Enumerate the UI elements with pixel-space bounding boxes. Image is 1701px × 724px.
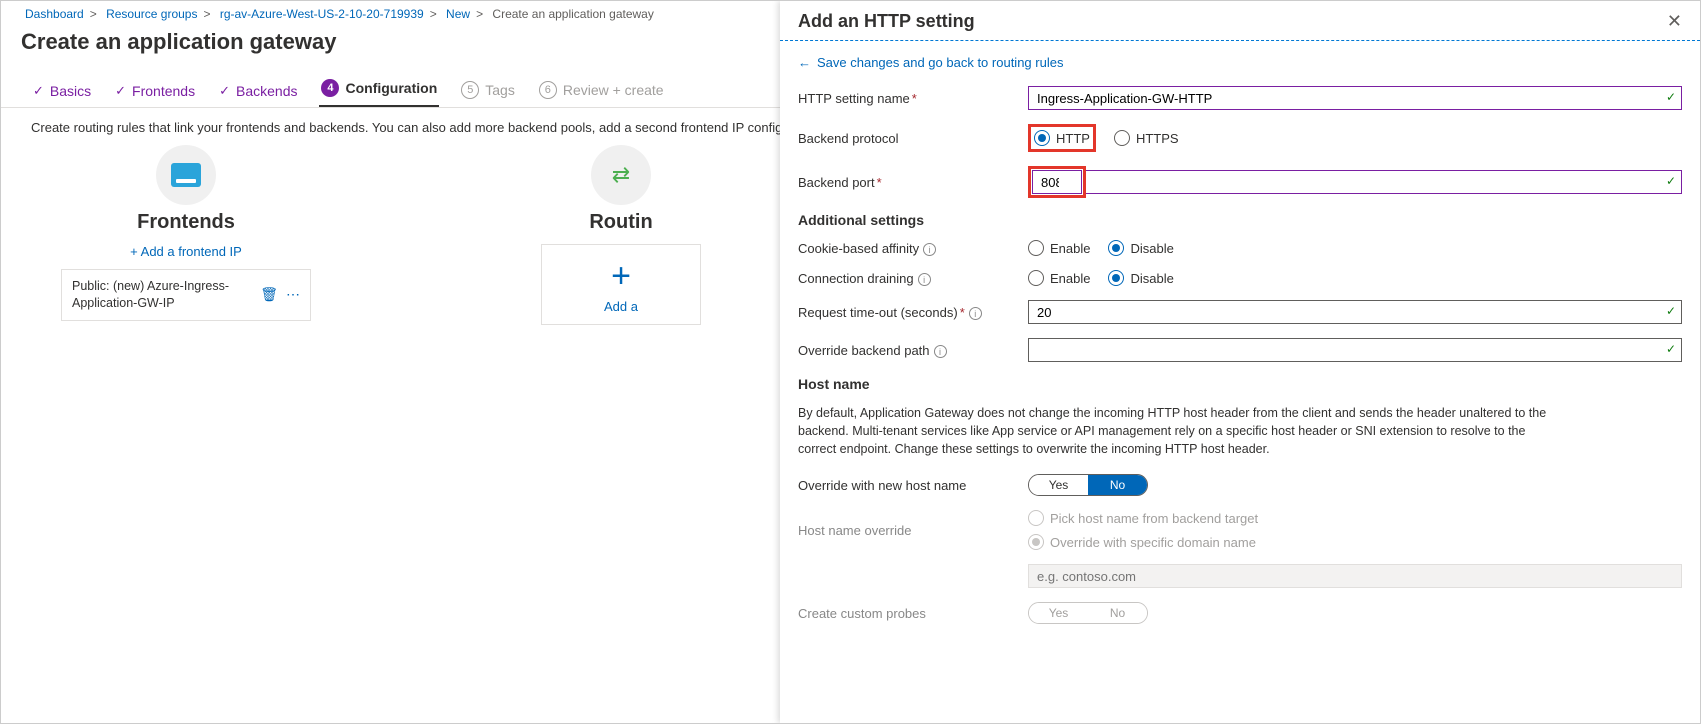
- info-icon[interactable]: i: [918, 273, 931, 286]
- highlight-box: HTTP: [1028, 124, 1096, 152]
- drain-disable-radio[interactable]: Disable: [1108, 270, 1173, 286]
- routing-title: Routin: [589, 211, 652, 234]
- custom-probes-toggle: Yes No: [1028, 602, 1148, 624]
- label-cookie-affinity: Cookie-based affinityi: [798, 241, 1028, 256]
- override-hostname-toggle[interactable]: Yes No: [1028, 474, 1148, 496]
- valid-icon: ✓: [1666, 174, 1676, 188]
- check-icon: ✓: [219, 83, 230, 99]
- label-custom-probes: Create custom probes: [798, 606, 1028, 621]
- add-frontend-ip-link[interactable]: + Add a frontend IP: [130, 244, 242, 259]
- blade-title: Add an HTTP setting: [798, 11, 975, 32]
- info-icon[interactable]: i: [923, 243, 936, 256]
- drain-enable-radio[interactable]: Enable: [1028, 270, 1090, 286]
- breadcrumb-link[interactable]: rg-av-Azure-West-US-2-10-20-719939: [220, 7, 424, 21]
- backend-port-input[interactable]: [1032, 170, 1082, 194]
- frontends-title: Frontends: [137, 211, 235, 234]
- host-name-description: By default, Application Gateway does not…: [798, 404, 1558, 458]
- breadcrumb-current: Create an application gateway: [492, 7, 653, 21]
- tab-basics[interactable]: ✓Basics: [31, 77, 93, 107]
- frontend-ip-card[interactable]: Public: (new) Azure-Ingress-Application-…: [61, 269, 311, 321]
- label-request-timeout: Request time-out (seconds)*i: [798, 305, 1028, 320]
- add-routing-rule-link: Add a: [604, 299, 638, 314]
- highlight-box: [1028, 166, 1086, 198]
- frontends-icon: [156, 145, 216, 205]
- frontend-ip-label: Public: (new) Azure-Ingress-Application-…: [72, 278, 260, 312]
- close-icon[interactable]: ✕: [1667, 11, 1682, 32]
- frontends-column: Frontends + Add a frontend IP Public: (n…: [61, 145, 311, 325]
- info-icon[interactable]: i: [969, 307, 982, 320]
- protocol-http-radio[interactable]: HTTP: [1034, 130, 1090, 146]
- tab-frontends[interactable]: ✓Frontends: [113, 77, 197, 107]
- back-to-routing-link[interactable]: ← Save changes and go back to routing ru…: [780, 55, 1700, 86]
- http-setting-name-input[interactable]: [1028, 86, 1682, 110]
- valid-icon: ✓: [1666, 304, 1676, 318]
- valid-icon: ✓: [1666, 90, 1676, 104]
- cookie-enable-radio[interactable]: Enable: [1028, 240, 1090, 256]
- label-backend-protocol: Backend protocol: [798, 131, 1028, 146]
- plus-icon: +: [611, 259, 631, 293]
- http-setting-blade: Add an HTTP setting ✕ ← Save changes and…: [780, 1, 1700, 723]
- add-routing-rule-card[interactable]: + Add a: [541, 244, 701, 325]
- breadcrumb-link[interactable]: New: [446, 7, 470, 21]
- more-icon[interactable]: ⋯: [286, 286, 300, 303]
- step-number-icon: 6: [539, 81, 557, 99]
- routing-column: ⇄ Routin + Add a: [541, 145, 701, 325]
- tab-tags[interactable]: 5Tags: [459, 75, 517, 107]
- label-override-hostname: Override with new host name: [798, 478, 1028, 493]
- override-backend-path-input[interactable]: [1028, 338, 1682, 362]
- hostname-specific-domain-radio: Override with specific domain name: [1028, 534, 1256, 550]
- tab-configuration[interactable]: 4Configuration: [319, 73, 439, 107]
- hostname-input: [1028, 564, 1682, 588]
- info-icon[interactable]: i: [934, 345, 947, 358]
- label-hostname-override: Host name override: [798, 523, 1028, 538]
- label-http-setting-name: HTTP setting name*: [798, 91, 1028, 106]
- request-timeout-input[interactable]: [1028, 300, 1682, 324]
- breadcrumb-link[interactable]: Dashboard: [25, 7, 84, 21]
- arrow-left-icon: ←: [798, 55, 811, 70]
- check-icon: ✓: [115, 83, 126, 99]
- protocol-https-radio[interactable]: HTTPS: [1114, 130, 1179, 146]
- label-connection-draining: Connection drainingi: [798, 271, 1028, 286]
- breadcrumb-link[interactable]: Resource groups: [106, 7, 197, 21]
- check-icon: ✓: [33, 83, 44, 99]
- routing-icon: ⇄: [591, 145, 651, 205]
- valid-icon: ✓: [1666, 342, 1676, 356]
- step-number-icon: 4: [321, 79, 339, 97]
- label-backend-port: Backend port*: [798, 175, 1028, 190]
- delete-icon[interactable]: 🗑: [260, 286, 278, 303]
- tab-review[interactable]: 6Review + create: [537, 75, 666, 107]
- label-override-backend-path: Override backend pathi: [798, 343, 1028, 358]
- tab-backends[interactable]: ✓Backends: [217, 77, 299, 107]
- hostname-from-target-radio: Pick host name from backend target: [1028, 510, 1258, 526]
- step-number-icon: 5: [461, 81, 479, 99]
- section-host-name: Host name: [798, 376, 1682, 392]
- section-additional-settings: Additional settings: [798, 212, 1682, 228]
- cookie-disable-radio[interactable]: Disable: [1108, 240, 1173, 256]
